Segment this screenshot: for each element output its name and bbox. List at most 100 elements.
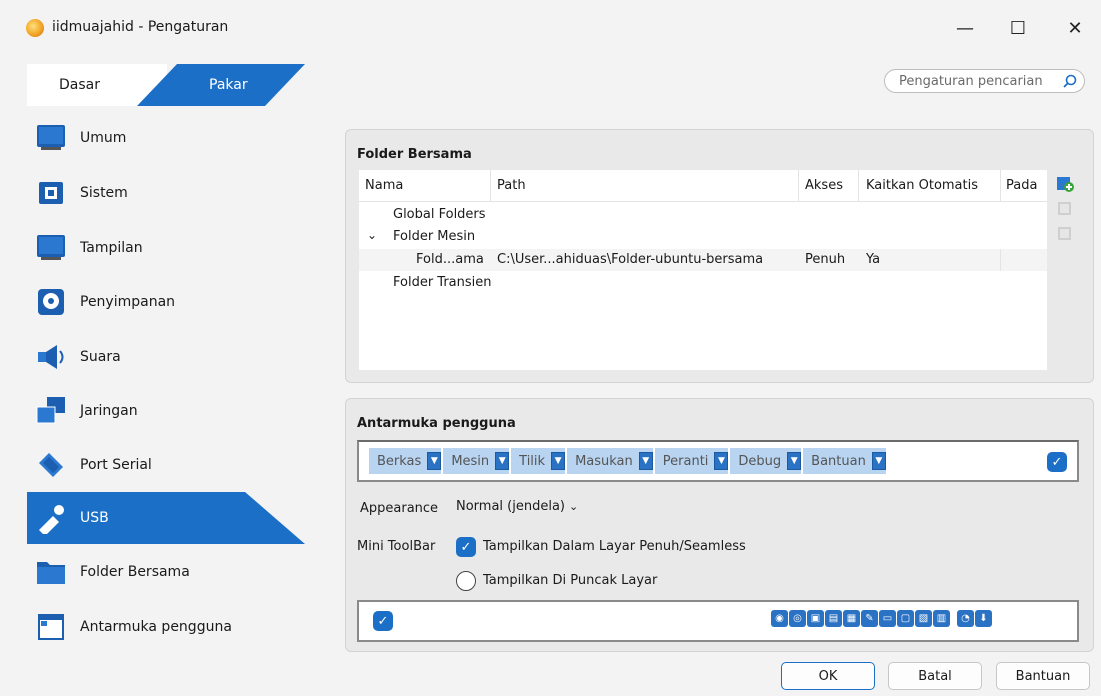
- sidebar-item-label: USB: [80, 510, 109, 526]
- ok-button[interactable]: OK: [781, 662, 875, 690]
- menu-item-debug[interactable]: Debug ▼: [730, 448, 802, 474]
- sidebar-item-label: Penyimpanan: [80, 294, 176, 310]
- floppy-icon[interactable]: ▣: [807, 610, 824, 627]
- table-row[interactable]: Global Folders: [359, 204, 1047, 226]
- search-icon: [1063, 74, 1077, 88]
- shared-folders-title: Folder Bersama: [357, 147, 472, 162]
- edit-folder-icon[interactable]: [1056, 200, 1074, 218]
- appearance-value: Normal (jendela): [456, 499, 565, 514]
- menu-item-label: Bantuan: [811, 453, 866, 469]
- sidebar-item-usb[interactable]: USB: [27, 492, 305, 544]
- dropdown-arrow-icon[interactable]: ▼: [551, 452, 566, 470]
- sidebar-item-penyimpanan[interactable]: Penyimpanan: [27, 276, 305, 328]
- folder-name: Fold...ama: [416, 252, 484, 267]
- sidebar-item-label: Tampilan: [80, 240, 143, 256]
- mini-toolbar-editor: ✓ ◉ ◎ ▣ ▤ ▦ ✎ ▭ ▢ ▧ ▥ ◔ ⬇: [357, 600, 1079, 642]
- sidebar-item-tampilan[interactable]: Tampilan: [27, 222, 305, 274]
- search-placeholder: Pengaturan pencarian: [899, 73, 1043, 89]
- clock-icon[interactable]: ◔: [957, 610, 974, 627]
- shared-folder-icon[interactable]: ▢: [897, 610, 914, 627]
- appearance-label: Appearance: [360, 501, 439, 516]
- mini-toolbar-label: Mini ToolBar: [357, 539, 436, 554]
- table-row[interactable]: Folder Transien: [359, 272, 1047, 294]
- folder-automount: Ya: [866, 252, 881, 267]
- network-icon: [36, 397, 65, 424]
- column-header[interactable]: Nama: [365, 178, 403, 193]
- top-screen-checkbox[interactable]: [456, 571, 476, 591]
- sidebar-item-umum[interactable]: Umum: [27, 112, 305, 164]
- display-icon: [37, 235, 65, 260]
- maximize-button[interactable]: ☐: [1003, 14, 1033, 42]
- close-button[interactable]: ✕: [1060, 14, 1090, 42]
- speaker-icon: [38, 345, 64, 369]
- sidebar-item-label: Jaringan: [80, 403, 138, 419]
- dropdown-arrow-icon[interactable]: ▼: [638, 452, 653, 470]
- optical-drive-icon[interactable]: ◎: [789, 610, 806, 627]
- sidebar-item-suara[interactable]: Suara: [27, 331, 305, 383]
- menu-item-berkas[interactable]: Berkas ▼: [369, 448, 442, 474]
- cancel-button[interactable]: Batal: [888, 662, 982, 690]
- sidebar-item-port-serial[interactable]: Port Serial: [27, 439, 305, 491]
- folder-icon: [37, 562, 65, 584]
- storage-icon: [38, 289, 64, 315]
- chevron-down-icon[interactable]: ⌄: [367, 228, 377, 242]
- menu-item-masukan[interactable]: Masukan ▼: [567, 448, 653, 474]
- monitor-icon: [37, 125, 65, 150]
- usb-icon[interactable]: ▤: [825, 610, 842, 627]
- column-header[interactable]: Pada: [1006, 178, 1037, 193]
- sidebar-item-folder-bersama[interactable]: Folder Bersama: [27, 546, 305, 598]
- dropdown-arrow-icon[interactable]: ▼: [714, 452, 729, 470]
- mini-toolbar-enabled-checkbox[interactable]: ✓: [373, 611, 393, 631]
- appearance-select[interactable]: Normal (jendela) ⌄: [456, 499, 578, 514]
- folder-path: C:\User...ahiduas\Folder-ubuntu-bersama: [497, 252, 764, 267]
- fullscreen-option-label: Tampilkan Dalam Layar Penuh/Seamless: [483, 539, 746, 554]
- fullscreen-checkbox[interactable]: ✓: [456, 537, 476, 557]
- download-icon[interactable]: ⬇: [975, 610, 992, 627]
- folder-name: Global Folders: [393, 207, 486, 222]
- sidebar-item-sistem[interactable]: Sistem: [27, 167, 305, 219]
- clipboard-icon[interactable]: ▧: [915, 610, 932, 627]
- column-header[interactable]: Akses: [805, 178, 843, 193]
- help-button[interactable]: Bantuan: [996, 662, 1090, 690]
- chip-icon: [39, 182, 63, 204]
- network-icon[interactable]: ▦: [843, 610, 860, 627]
- display-icon[interactable]: ▭: [879, 610, 896, 627]
- dropdown-arrow-icon[interactable]: ▼: [495, 452, 510, 470]
- video-capture-icon[interactable]: ▥: [933, 610, 950, 627]
- menu-item-peranti[interactable]: Peranti ▼: [654, 448, 729, 474]
- menu-item-tilik[interactable]: Tilik ▼: [511, 448, 566, 474]
- shared-folders-table[interactable]: Nama Path Akses Kaitkan Otomatis Pada Gl…: [359, 170, 1047, 370]
- window-icon: [38, 614, 64, 640]
- sidebar-item-label: Antarmuka pengguna: [80, 619, 232, 635]
- storage-icon[interactable]: ◉: [771, 610, 788, 627]
- table-row[interactable]: ⌄ Folder Mesin: [359, 226, 1047, 248]
- dropdown-arrow-icon[interactable]: ▼: [787, 452, 802, 470]
- column-header[interactable]: Path: [497, 178, 526, 193]
- sidebar-item-label: Sistem: [80, 185, 128, 201]
- sidebar-item-label: Umum: [80, 130, 127, 146]
- table-row[interactable]: Fold...ama C:\User...ahiduas\Folder-ubun…: [359, 249, 1047, 271]
- window-title: iidmuajahid - Pengaturan: [52, 19, 229, 35]
- usb-icon: [39, 505, 64, 534]
- remove-folder-icon[interactable]: [1056, 225, 1074, 243]
- serial-port-icon: [39, 453, 63, 477]
- menu-item-mesin[interactable]: Mesin ▼: [443, 448, 510, 474]
- minimize-button[interactable]: —: [950, 14, 980, 42]
- menu-item-label: Debug: [738, 453, 782, 469]
- dropdown-arrow-icon[interactable]: ▼: [427, 452, 442, 470]
- menubar-enabled-checkbox[interactable]: ✓: [1047, 452, 1067, 472]
- sidebar-item-antarmuka-pengguna[interactable]: Antarmuka pengguna: [27, 601, 305, 653]
- search-input[interactable]: Pengaturan pencarian: [884, 69, 1085, 93]
- menu-item-bantuan[interactable]: Bantuan ▼: [803, 448, 886, 474]
- user-interface-title: Antarmuka pengguna: [357, 416, 516, 431]
- pencil-icon[interactable]: ✎: [861, 610, 878, 627]
- menu-strip: Berkas ▼ Mesin ▼ Tilik ▼ Masukan ▼ Peranti ▼ …: [369, 448, 886, 474]
- add-folder-icon[interactable]: [1056, 175, 1074, 193]
- folder-access: Penuh: [805, 252, 846, 267]
- column-header[interactable]: Kaitkan Otomatis: [866, 178, 978, 193]
- app-icon: [26, 19, 44, 37]
- sidebar-item-jaringan[interactable]: Jaringan: [27, 385, 305, 437]
- menu-item-label: Mesin: [451, 453, 490, 469]
- dropdown-arrow-icon[interactable]: ▼: [871, 452, 886, 470]
- menu-item-label: Peranti: [662, 453, 709, 469]
